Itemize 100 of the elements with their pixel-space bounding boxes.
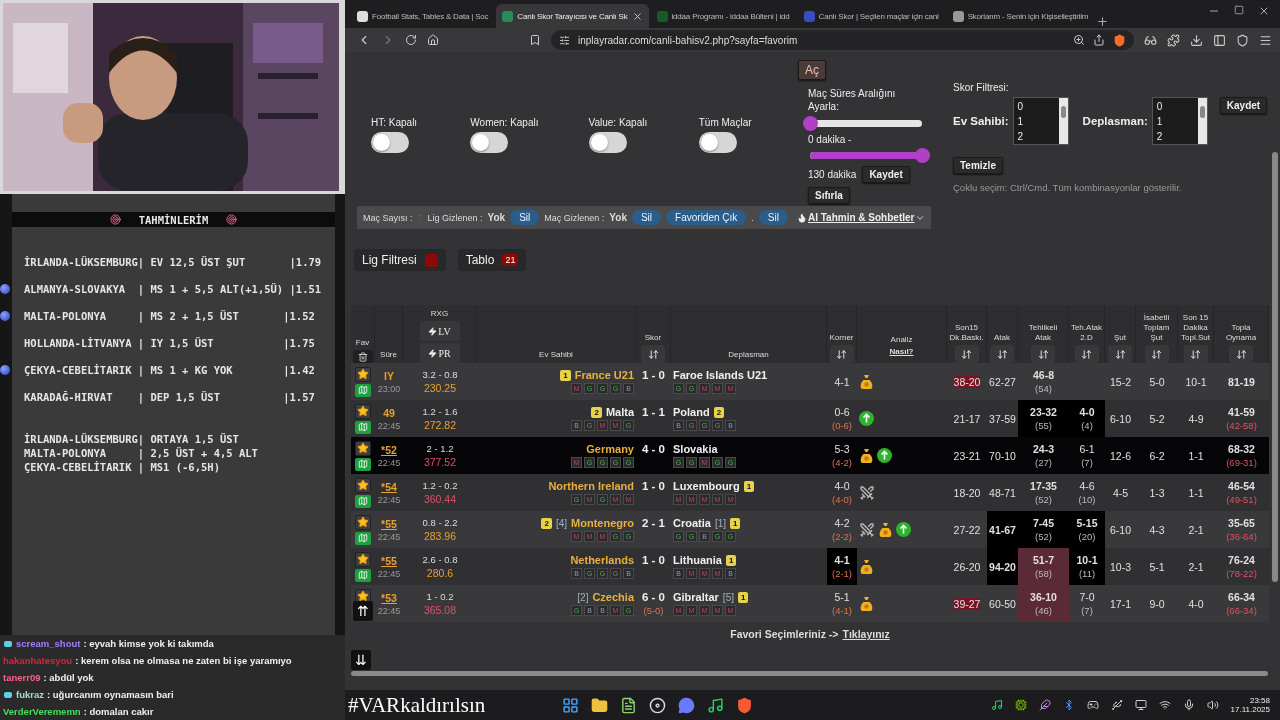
favorite-button[interactable] [355, 440, 371, 456]
toggle-switch[interactable] [588, 132, 627, 153]
notepad-icon[interactable] [620, 696, 637, 714]
usb-icon[interactable] [1110, 699, 1123, 711]
footer-link[interactable]: Tıklayınız [842, 628, 890, 640]
monitor-icon[interactable] [1134, 699, 1147, 711]
toggle-switch[interactable] [698, 132, 737, 153]
map-button[interactable] [355, 457, 371, 471]
list-option[interactable]: 2 [1017, 129, 1055, 144]
pen-tray-icon[interactable] [1038, 699, 1051, 711]
save-button[interactable]: Kaydet [862, 166, 910, 183]
map-button[interactable] [355, 420, 371, 434]
favorite-button[interactable] [355, 514, 371, 530]
sidebar-icon[interactable] [1213, 33, 1226, 47]
help-link[interactable]: Nasıl? [889, 347, 914, 356]
recorder-icon[interactable] [649, 696, 666, 714]
music-app-icon[interactable] [707, 696, 724, 714]
sort-button[interactable] [1144, 345, 1169, 363]
browser-tab[interactable]: Football Stats, Tables & Data | Soc [351, 4, 495, 28]
network-icon[interactable] [1158, 699, 1171, 711]
toggle-switch[interactable] [470, 132, 509, 153]
sort-button[interactable] [1074, 345, 1099, 363]
favorite-button[interactable] [355, 403, 371, 419]
close-icon[interactable] [1258, 5, 1270, 17]
map-button[interactable] [355, 383, 371, 397]
bookmark-icon[interactable] [529, 34, 541, 46]
pill-button[interactable]: Sil [510, 210, 540, 225]
match-minute[interactable]: *53 [381, 591, 397, 604]
sort-button[interactable] [1183, 345, 1208, 363]
delete-button[interactable] [352, 350, 373, 363]
browser-tab[interactable]: Canlı Skor | Seçilen maçlar için canl [797, 4, 945, 28]
share-icon[interactable] [1093, 34, 1105, 46]
sort-button[interactable] [990, 345, 1014, 363]
save-button[interactable]: Kaydet [1219, 97, 1268, 114]
match-minute[interactable]: *52 [381, 443, 397, 456]
table-button[interactable]: Tablo 21 [457, 249, 527, 271]
list-option[interactable]: 1 [1156, 114, 1194, 129]
league-filter-button[interactable]: Lig Filtresi [354, 249, 446, 271]
menu-icon[interactable] [1259, 33, 1272, 47]
scroll-down-button[interactable]: ⇊ [351, 650, 371, 670]
browser-tab[interactable]: Canlı Skor Tarayıcısı ve Canlı Sk [496, 4, 649, 28]
clock-time[interactable]: 23:58 [1249, 696, 1270, 705]
list-option[interactable]: 0 [1017, 99, 1055, 114]
favorite-button[interactable] [355, 551, 371, 567]
horizontal-scrollbar[interactable] [351, 671, 1268, 676]
extensions-icon[interactable] [1167, 33, 1180, 47]
site-settings-icon[interactable] [559, 34, 570, 46]
pill-button[interactable]: Sil [631, 210, 662, 225]
gpu-tray-icon[interactable] [1014, 699, 1027, 711]
microphone-icon[interactable] [1182, 699, 1195, 711]
folder-icon[interactable] [591, 696, 608, 714]
match-minute[interactable]: *54 [381, 480, 397, 493]
shield-icon[interactable] [1113, 33, 1126, 47]
browser-icon[interactable] [736, 696, 753, 714]
address-bar[interactable]: inplayradar.com/canli-bahisv2.php?sayfa=favorim [551, 30, 1134, 50]
menu-link[interactable]: AI Tahmin & Sohbetler [792, 212, 926, 223]
pill-button[interactable]: Favoriden Çık [666, 210, 747, 225]
start-icon[interactable] [562, 696, 579, 714]
gamepad-tray-icon[interactable] [1086, 699, 1099, 711]
match-minute[interactable]: *55 [381, 517, 397, 530]
score-listbox[interactable]: 0 1 2 [1151, 97, 1208, 145]
match-minute[interactable]: *55 [381, 554, 397, 567]
new-tab-icon[interactable] [1096, 15, 1110, 28]
favorite-button[interactable] [355, 366, 371, 382]
maximize-icon[interactable] [1234, 5, 1244, 15]
browser-tab[interactable]: Skorlarım - Senin için Kişiselleştirilm [946, 4, 1095, 28]
sort-button[interactable] [954, 345, 979, 363]
map-button[interactable] [355, 568, 371, 582]
sort-button[interactable] [1108, 345, 1132, 363]
list-option[interactable]: 2 [1156, 129, 1194, 144]
scroll-up-button[interactable]: ⇈ [353, 601, 373, 621]
favorite-button[interactable] [355, 477, 371, 493]
shield-icon[interactable] [1236, 33, 1249, 47]
sort-button[interactable] [641, 345, 665, 363]
reload-icon[interactable] [405, 34, 417, 46]
reset-button[interactable]: Sıfırla [808, 187, 850, 204]
sort-button[interactable] [829, 345, 854, 363]
home-icon[interactable] [427, 34, 439, 46]
sort-button[interactable] [1229, 345, 1253, 363]
vertical-scrollbar[interactable] [1272, 152, 1278, 582]
toggle-switch[interactable] [371, 132, 409, 153]
download-icon[interactable] [1190, 33, 1203, 47]
browser-tab[interactable]: iddaa Programı - iddaa Bülteni | idd [650, 4, 796, 28]
mode-button[interactable]: LV [419, 321, 460, 341]
list-option[interactable]: 0 [1156, 99, 1194, 114]
zoom-icon[interactable] [1073, 34, 1085, 46]
volume-icon[interactable] [1206, 699, 1219, 711]
open-button[interactable]: Aç [798, 60, 826, 80]
clear-button[interactable]: Temizle [953, 157, 1003, 174]
map-button[interactable] [355, 494, 371, 508]
music-tray-icon[interactable] [990, 699, 1003, 711]
map-button[interactable] [355, 531, 371, 545]
sort-button[interactable] [1031, 345, 1055, 363]
chat-app-icon[interactable] [678, 696, 695, 714]
score-listbox[interactable]: 0 1 2 [1012, 97, 1069, 145]
clock-date[interactable]: 17.11.2025 [1230, 705, 1270, 714]
mode-button[interactable]: PR [419, 343, 460, 363]
glasses-icon[interactable] [1144, 33, 1157, 47]
pill-button[interactable]: Sil [758, 210, 788, 225]
close-icon[interactable] [631, 10, 643, 22]
